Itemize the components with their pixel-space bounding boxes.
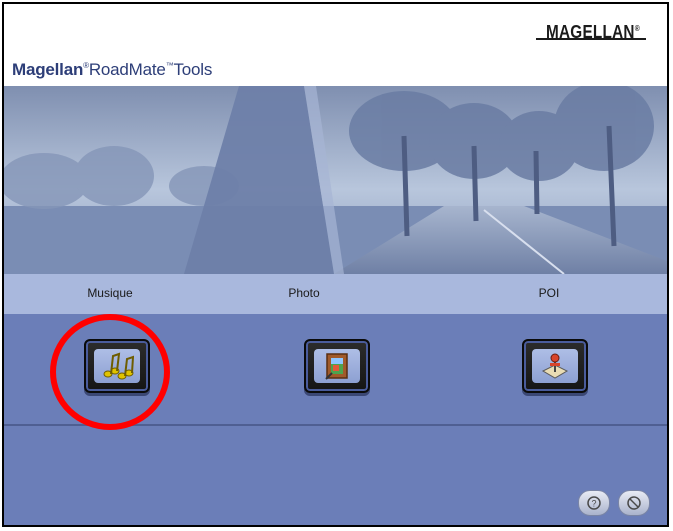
tool-labels-bar: Musique Photo POI <box>4 274 667 314</box>
photo-frame-icon <box>325 353 348 380</box>
poi-button[interactable] <box>522 339 588 393</box>
map-pin-icon <box>541 353 569 379</box>
footer-panel <box>4 426 667 525</box>
app-window: Magellan®RoadMate™Tools MAGELLAN® Musiqu… <box>2 2 669 527</box>
svg-text:?: ? <box>591 499 596 509</box>
app-title: Magellan®RoadMate™Tools <box>12 60 213 79</box>
tool-label-musique: Musique <box>87 286 133 300</box>
tool-label-poi: POI <box>538 286 560 300</box>
cancel-icon <box>627 496 641 510</box>
help-button[interactable]: ? <box>578 490 610 516</box>
header: Magellan®RoadMate™Tools MAGELLAN® <box>4 4 667 86</box>
logo-swoosh <box>536 38 646 40</box>
cancel-button[interactable] <box>618 490 650 516</box>
highlight-circle <box>50 314 170 430</box>
photo-button[interactable] <box>304 339 370 393</box>
help-icon: ? <box>587 496 601 510</box>
road-banner-image <box>4 86 667 274</box>
magellan-logo: MAGELLAN® <box>536 14 648 50</box>
tool-label-photo: Photo <box>288 286 320 300</box>
